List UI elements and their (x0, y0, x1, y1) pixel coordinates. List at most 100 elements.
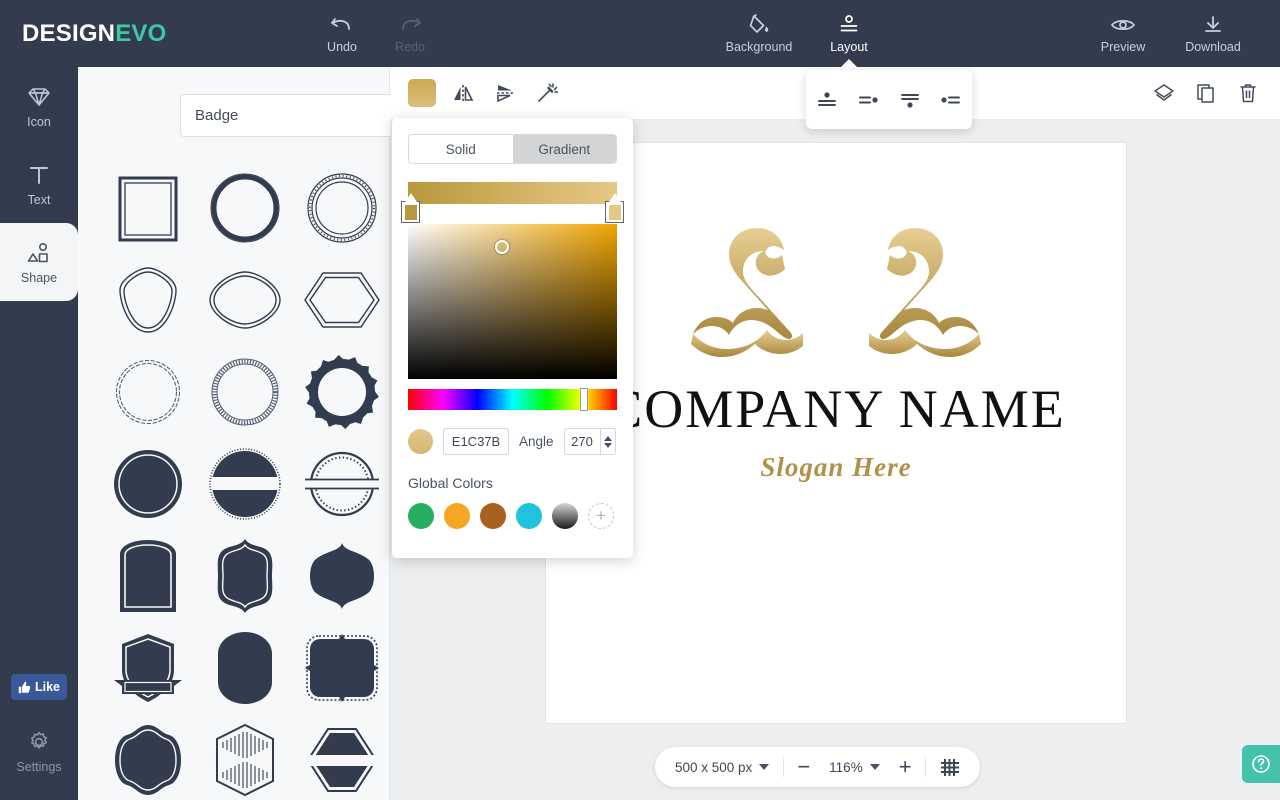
company-name-text[interactable]: COMPANY NAME (546, 378, 1126, 440)
shape-grid (100, 162, 390, 800)
chevron-down-icon (759, 764, 770, 770)
artboard[interactable]: COMPANY NAME Slogan Here (546, 143, 1126, 723)
shape-item-circle-dotted-ring[interactable] (293, 162, 390, 254)
shape-item-pointed-oval-solid[interactable] (293, 530, 390, 622)
shape-item-diamond-rounded-outline[interactable] (197, 254, 294, 346)
global-colors-label: Global Colors (408, 475, 493, 491)
zoom-level-dropdown[interactable]: 116% (823, 752, 886, 782)
undo-label: Undo (327, 40, 357, 55)
mode-gradient-tab[interactable]: Gradient (512, 135, 616, 163)
logo-artwork[interactable]: COMPANY NAME Slogan Here (546, 223, 1126, 483)
shape-item-circle-scallop-bead-outline[interactable] (100, 346, 197, 438)
saturation-value-area[interactable] (408, 224, 617, 379)
shape-item-square-double-frame[interactable] (100, 162, 197, 254)
shape-item-quatrefoil-solid[interactable] (100, 714, 197, 800)
align-right-button[interactable] (855, 87, 881, 113)
spinner-up-icon[interactable] (603, 435, 612, 441)
duplicate-button[interactable] (1192, 79, 1220, 107)
current-color-dot[interactable] (408, 429, 433, 454)
global-color-cyan[interactable] (516, 503, 542, 529)
shape-item-hexagon-striped-outline[interactable] (197, 714, 294, 800)
shape-item-circle-banner-split-solid[interactable] (197, 438, 294, 530)
gradient-stop-start[interactable] (401, 193, 420, 223)
gear-icon (31, 731, 47, 749)
zoom-level-value: 116% (829, 759, 863, 775)
help-button[interactable] (1242, 745, 1280, 783)
zoom-in-button[interactable]: + (886, 756, 925, 778)
fill-color-swatch[interactable] (408, 79, 436, 121)
sv-picker-handle[interactable] (495, 240, 509, 254)
text-icon (30, 166, 48, 184)
shape-item-oval-octagon-solid[interactable] (197, 622, 294, 714)
mode-solid-tab[interactable]: Solid (409, 135, 513, 163)
hue-slider-handle[interactable] (580, 388, 588, 411)
background-button[interactable]: Background (714, 0, 804, 67)
shape-category-value: Badge (195, 107, 239, 124)
zoom-out-button[interactable]: − (784, 756, 823, 778)
global-color-green[interactable] (408, 503, 434, 529)
eye-icon (1110, 20, 1136, 31)
magic-wand-button[interactable] (534, 79, 562, 107)
spinner-down-icon[interactable] (603, 442, 612, 448)
hex-input[interactable]: E1C37B (443, 428, 509, 455)
angle-spinner-arrows[interactable] (599, 429, 615, 454)
align-top-button[interactable] (814, 87, 840, 113)
layout-button[interactable]: Layout (804, 0, 894, 68)
shape-item-circle-gear-solid[interactable] (293, 346, 390, 438)
align-bottom-icon (900, 93, 919, 108)
shape-item-circle-scallop-solid[interactable] (100, 438, 197, 530)
preview-label: Preview (1100, 40, 1146, 55)
download-icon (1205, 16, 1221, 33)
angle-value[interactable]: 270 (565, 429, 600, 454)
shape-item-hexagon-wide-outline[interactable] (293, 254, 390, 346)
align-left-button[interactable] (938, 87, 964, 113)
layers-button[interactable] (1150, 79, 1178, 107)
undo-icon (331, 18, 350, 31)
sidebar-item-icon[interactable]: Icon (0, 67, 78, 145)
shape-item-circle-split-ribbon-outline[interactable] (293, 438, 390, 530)
global-color-orange[interactable] (444, 503, 470, 529)
flip-vertical-button[interactable] (492, 79, 520, 107)
redo-button[interactable]: Redo (376, 0, 444, 67)
settings-label: Settings (16, 759, 62, 774)
shape-item-hexagon-rounded-outline[interactable] (100, 254, 197, 346)
canvas-size-value: 500 x 500 px (675, 759, 753, 775)
angle-stepper[interactable]: 270 (563, 428, 616, 455)
layout-icon (840, 15, 858, 32)
sidebar-item-settings[interactable]: Settings (0, 712, 78, 790)
hue-slider[interactable] (408, 388, 617, 411)
gradient-stop-start-color (405, 205, 417, 220)
shape-item-hexagon-banner-solid[interactable] (293, 714, 390, 800)
undo-button[interactable]: Undo (308, 0, 376, 67)
shape-item-shield-ribbon-solid[interactable] (100, 622, 197, 714)
global-colors-row: + (408, 503, 617, 529)
gradient-stop-end-color (609, 205, 621, 220)
align-top-icon (817, 91, 836, 106)
trash-icon (1240, 84, 1256, 103)
sidebar-item-shape[interactable]: Shape (0, 211, 78, 313)
gradient-preview-bar[interactable] (401, 182, 624, 223)
align-bottom-button[interactable] (897, 87, 923, 113)
canvas-size-dropdown[interactable]: 500 x 500 px (661, 752, 783, 782)
slogan-text[interactable]: Slogan Here (546, 452, 1126, 483)
facebook-like-button[interactable]: Like (11, 674, 67, 700)
shape-item-rect-arch-solid[interactable] (100, 530, 197, 622)
shape-item-circle-thick-ring[interactable] (197, 162, 294, 254)
designevo-editor: DESIGNEVO Undo Redo Background Layout Pr… (0, 0, 1280, 800)
layers-icon (1154, 84, 1174, 101)
add-global-color-button[interactable]: + (588, 503, 614, 529)
app-logo[interactable]: DESIGNEVO (0, 20, 180, 48)
grid-icon (940, 759, 959, 776)
gradient-stop-end[interactable] (605, 193, 624, 223)
global-color-gradient[interactable] (552, 503, 578, 529)
shape-item-ornate-frame-solid[interactable] (197, 530, 294, 622)
grid-toggle-button[interactable] (926, 752, 974, 782)
shape-item-circle-rope-outline[interactable] (197, 346, 294, 438)
zoom-toolbar: 500 x 500 px − 116% + (655, 747, 980, 787)
preview-button[interactable]: Preview (1078, 0, 1168, 67)
delete-button[interactable] (1234, 79, 1262, 107)
flip-horizontal-button[interactable] (450, 79, 478, 107)
shape-item-square-ornate-solid[interactable] (293, 622, 390, 714)
global-color-brown[interactable] (480, 503, 506, 529)
download-button[interactable]: Download (1168, 0, 1258, 67)
